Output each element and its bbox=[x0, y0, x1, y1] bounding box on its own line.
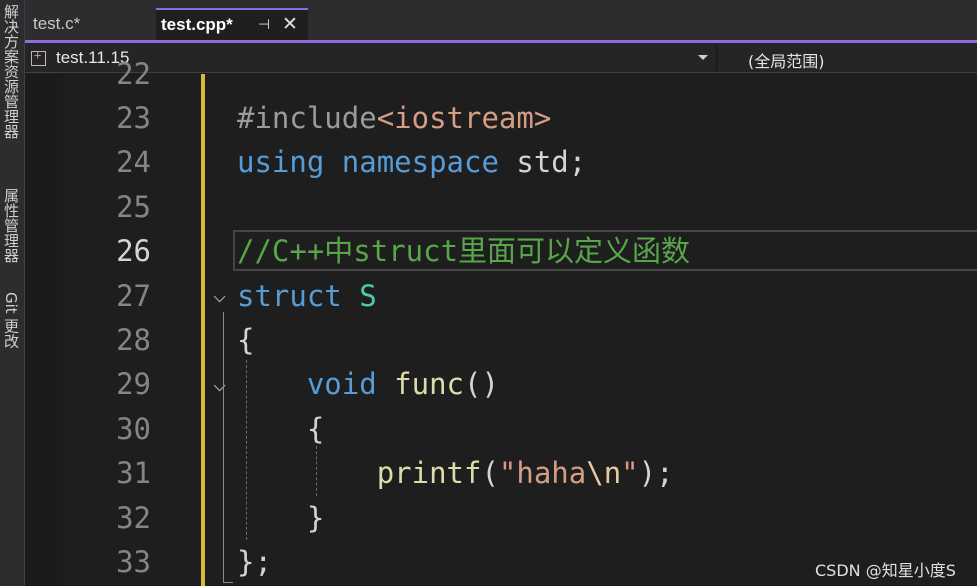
code-token: } bbox=[237, 500, 325, 535]
line-number: 29 bbox=[116, 367, 151, 402]
code-token: //C++中struct里面可以定义函数 bbox=[237, 234, 691, 269]
code-token: using bbox=[237, 145, 325, 180]
code-line: 26 //C++中struct里面可以定义函数 bbox=[25, 229, 977, 273]
tab-label: test.c* bbox=[33, 14, 81, 33]
code-line: 27 struct S bbox=[25, 274, 977, 318]
line-number: 33 bbox=[116, 545, 151, 579]
code-token: printf bbox=[376, 456, 482, 491]
pin-icon[interactable]: ⊣ bbox=[258, 16, 270, 33]
code-line: 32 } bbox=[25, 496, 977, 540]
side-tool-strip: 解决方案资源管理器 属性管理器 Git 更改 bbox=[0, 0, 25, 586]
code-token: S bbox=[359, 278, 377, 313]
code-text: void func() bbox=[237, 362, 499, 406]
side-tab-property-manager[interactable]: 属性管理器 bbox=[2, 188, 22, 280]
line-number: 27 bbox=[116, 278, 151, 313]
watermark: CSDN @知星小度S bbox=[815, 561, 956, 580]
code-token: ); bbox=[638, 456, 674, 491]
code-line: 29 void func() bbox=[25, 362, 977, 406]
code-token: void bbox=[306, 367, 377, 402]
line-number: 32 bbox=[116, 500, 151, 535]
code-text: struct S bbox=[237, 274, 377, 318]
line-number: 25 bbox=[116, 189, 151, 224]
code-token: " bbox=[621, 456, 639, 491]
code-token: ( bbox=[481, 456, 499, 491]
code-line: 30 { bbox=[25, 407, 977, 451]
line-number: 28 bbox=[116, 323, 151, 357]
code-line: 23 #include<iostream> bbox=[25, 96, 977, 140]
document-tab-bar: test.c* test.cpp* ⊣ ✕ bbox=[25, 0, 977, 40]
code-text: } bbox=[237, 496, 324, 540]
close-icon[interactable]: ✕ bbox=[282, 13, 298, 36]
code-line-partial: 22 bbox=[25, 52, 977, 96]
code-text: using namespace std; bbox=[237, 140, 586, 184]
side-tab-solution-explorer[interactable]: 解决方案资源管理器 bbox=[2, 4, 22, 176]
code-text: //C++中struct里面可以定义函数 bbox=[237, 229, 690, 273]
code-token: <iostream> bbox=[376, 101, 552, 135]
code-text: }; bbox=[237, 540, 272, 584]
code-token: struct bbox=[237, 278, 342, 313]
code-line: 25 bbox=[25, 185, 977, 229]
code-token: func bbox=[394, 367, 464, 402]
line-number: 23 bbox=[116, 101, 151, 135]
code-editor[interactable]: 22 ⌵ ⌵ 23 #include<iostream> 24 using names… bbox=[25, 57, 977, 586]
code-token: \n bbox=[586, 456, 622, 491]
code-line: 24 using namespace std; bbox=[25, 140, 977, 184]
side-tab-git-changes[interactable]: Git 更改 bbox=[2, 292, 22, 372]
code-text: printf("haha\n"); bbox=[237, 451, 674, 495]
code-text: #include<iostream> bbox=[237, 96, 551, 140]
code-line: 31 printf("haha\n"); bbox=[25, 451, 977, 495]
tab-test-cpp[interactable]: test.cpp* ⊣ ✕ bbox=[156, 8, 308, 40]
line-number: 30 bbox=[116, 411, 151, 446]
code-token: () bbox=[464, 367, 499, 402]
code-text: { bbox=[237, 407, 324, 451]
code-token: std; bbox=[498, 145, 587, 180]
line-number: 24 bbox=[116, 145, 151, 180]
code-token: { bbox=[237, 323, 255, 357]
tab-test-c[interactable]: test.c* bbox=[29, 8, 151, 40]
code-token: "haha bbox=[498, 456, 587, 491]
code-token: }; bbox=[237, 545, 272, 579]
code-text: { bbox=[237, 318, 254, 362]
tab-label: test.cpp* bbox=[161, 15, 233, 34]
code-line: 28 { bbox=[25, 318, 977, 362]
line-number: 26 bbox=[116, 234, 151, 269]
line-number: 31 bbox=[116, 456, 151, 491]
code-token: #include bbox=[237, 101, 377, 135]
line-number: 22 bbox=[116, 57, 151, 91]
code-token: namespace bbox=[341, 145, 499, 180]
code-token: { bbox=[237, 411, 325, 446]
